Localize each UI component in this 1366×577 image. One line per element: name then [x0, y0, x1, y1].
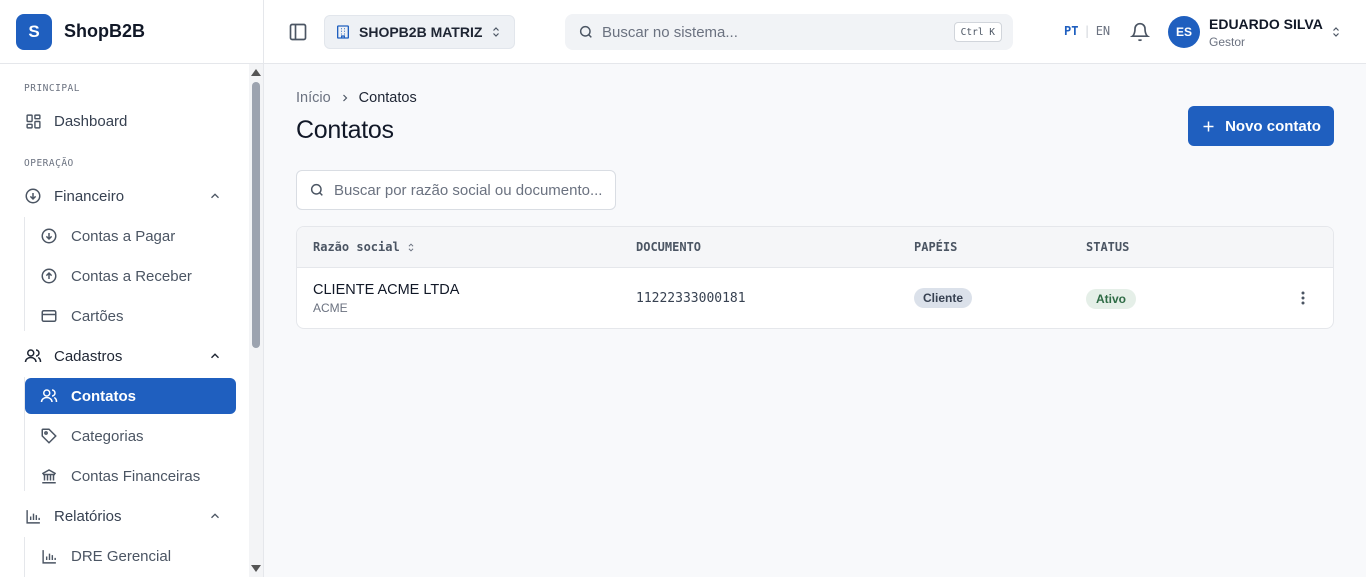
- contact-document: 11222333000181: [636, 291, 746, 306]
- chevron-up-icon[interactable]: [208, 189, 222, 208]
- breadcrumb: Início Contatos: [296, 90, 417, 106]
- arrow-down-circle-icon: [40, 227, 58, 245]
- users-icon: [24, 347, 42, 365]
- sidebar-item-label: Relatórios: [54, 507, 122, 525]
- credit-card-icon: [40, 307, 58, 325]
- search-icon: [579, 25, 592, 38]
- building-icon: [337, 25, 349, 39]
- arrow-up-circle-icon: [40, 267, 58, 285]
- brand-logo: S: [16, 13, 52, 50]
- sidebar-item-label: Cadastros: [54, 347, 123, 365]
- sidebar-item-financeiro[interactable]: Financeiro: [0, 178, 248, 214]
- chevron-up-icon[interactable]: [208, 509, 222, 528]
- sort-icon[interactable]: [406, 241, 416, 254]
- table-row[interactable]: CLIENTE ACME LTDA ACME 11222333000181 Cl…: [297, 268, 1333, 328]
- users-icon: [40, 387, 58, 405]
- bar-chart-icon: [24, 507, 42, 525]
- scroll-up-arrow-icon[interactable]: [251, 69, 261, 76]
- panel-left-icon: [289, 23, 307, 41]
- chevron-right-icon: [339, 92, 351, 104]
- sidebar-item-dre-gerencial[interactable]: DRE Gerencial: [25, 538, 236, 574]
- sidebar-nav: PRINCIPAL Dashboard OPERAÇÃO Financeiro …: [0, 64, 248, 577]
- top-header: SHOPB2B MATRIZ Ctrl K PT|EN ES EDUARDO S…: [264, 0, 1366, 64]
- sidebar-item-label: Categorias: [71, 427, 144, 445]
- chevrons-up-down-icon: [490, 25, 502, 44]
- contact-fantasy-name: ACME: [313, 301, 348, 315]
- sidebar-item-contas-a-pagar[interactable]: Contas a Pagar: [25, 218, 236, 254]
- sidebar-item-cartoes[interactable]: Cartões: [25, 298, 236, 334]
- search-shortcut-badge: Ctrl K: [953, 22, 1002, 42]
- column-header-documento: DOCUMENTO: [636, 240, 702, 254]
- contacts-search-input[interactable]: [334, 181, 604, 199]
- breadcrumb-home-link[interactable]: Início: [296, 90, 331, 106]
- more-vertical-icon: [1301, 291, 1305, 305]
- sidebar-item-contas-a-receber[interactable]: Contas a Receber: [25, 258, 236, 294]
- bank-icon: [40, 467, 58, 485]
- section-label-principal: PRINCIPAL: [24, 83, 80, 94]
- language-pt[interactable]: PT: [1064, 24, 1078, 38]
- arrow-down-circle-icon: [24, 187, 42, 205]
- contacts-filter[interactable]: [296, 170, 616, 210]
- language-switcher: PT | EN: [1064, 24, 1111, 38]
- scroll-down-arrow-icon[interactable]: [251, 565, 261, 572]
- sidebar-item-contas-financeiras[interactable]: Contas Financeiras: [25, 458, 236, 494]
- sidebar-item-label: Contas a Receber: [71, 267, 192, 285]
- sidebar-item-dashboard[interactable]: Dashboard: [0, 103, 248, 139]
- sidebar-item-label: Contas Financeiras: [71, 467, 201, 485]
- section-label-operacao: OPERAÇÃO: [24, 158, 74, 169]
- contact-name: CLIENTE ACME LTDA: [313, 282, 460, 298]
- user-name[interactable]: EDUARDO SILVA: [1209, 16, 1323, 32]
- language-en[interactable]: EN: [1096, 24, 1110, 38]
- user-menu-chevrons-icon[interactable]: [1330, 25, 1342, 44]
- sidebar-item-label: Cartões: [71, 307, 124, 325]
- sidebar-item-contatos[interactable]: Contatos: [25, 378, 236, 414]
- organization-name: SHOPB2B MATRIZ: [359, 24, 483, 40]
- brand[interactable]: S ShopB2B: [0, 0, 263, 64]
- sidebar-item-cadastros[interactable]: Cadastros: [0, 338, 248, 374]
- column-header-razao-social[interactable]: Razão social: [313, 240, 416, 254]
- global-search-input[interactable]: [602, 23, 932, 41]
- sidebar-item-relatorios[interactable]: Relatórios: [0, 498, 248, 534]
- status-badge: Ativo: [1086, 289, 1136, 309]
- sidebar-scrollbar[interactable]: [249, 64, 263, 577]
- plus-icon: [1203, 121, 1214, 131]
- sidebar-item-label: DRE Gerencial: [71, 547, 172, 565]
- scroll-thumb[interactable]: [252, 82, 260, 348]
- sidebar-item-label: Dashboard: [54, 112, 128, 130]
- notifications-button[interactable]: [1129, 22, 1151, 47]
- column-header-label: Razão social: [313, 240, 400, 254]
- new-contact-label: Novo contato: [1225, 117, 1321, 135]
- global-search[interactable]: Ctrl K: [565, 14, 1013, 50]
- sidebar-toggle-button[interactable]: [288, 22, 308, 42]
- search-icon: [310, 183, 323, 196]
- dashboard-icon: [24, 112, 42, 130]
- new-contact-button[interactable]: Novo contato: [1188, 106, 1334, 146]
- column-header-papeis: PAPÉIS: [914, 240, 958, 254]
- sidebar-item-label: Financeiro: [54, 187, 125, 205]
- chevron-up-icon[interactable]: [208, 349, 222, 368]
- avatar[interactable]: ES: [1168, 16, 1200, 48]
- row-actions-button[interactable]: [1295, 288, 1311, 308]
- bar-chart-icon: [40, 547, 58, 565]
- brand-name: ShopB2B: [64, 21, 145, 41]
- table-header: Razão social DOCUMENTO PAPÉIS STATUS: [297, 227, 1333, 268]
- column-header-status: STATUS: [1086, 240, 1130, 254]
- page-title: Contatos: [296, 116, 394, 144]
- sidebar-item-label: Contatos: [71, 387, 136, 405]
- organization-select[interactable]: SHOPB2B MATRIZ: [324, 15, 515, 49]
- role-badge: Cliente: [914, 288, 973, 308]
- sidebar: S ShopB2B PRINCIPAL Dashboard OPERAÇÃO F…: [0, 0, 264, 577]
- sidebar-item-categorias[interactable]: Categorias: [25, 418, 236, 454]
- bell-icon: [1129, 22, 1151, 42]
- breadcrumb-current: Contatos: [358, 90, 417, 106]
- user-role: Gestor: [1209, 35, 1246, 49]
- contacts-table: Razão social DOCUMENTO PAPÉIS STATUS CLI…: [296, 226, 1334, 329]
- tag-icon: [40, 427, 58, 445]
- sidebar-item-label: Contas a Pagar: [71, 227, 176, 245]
